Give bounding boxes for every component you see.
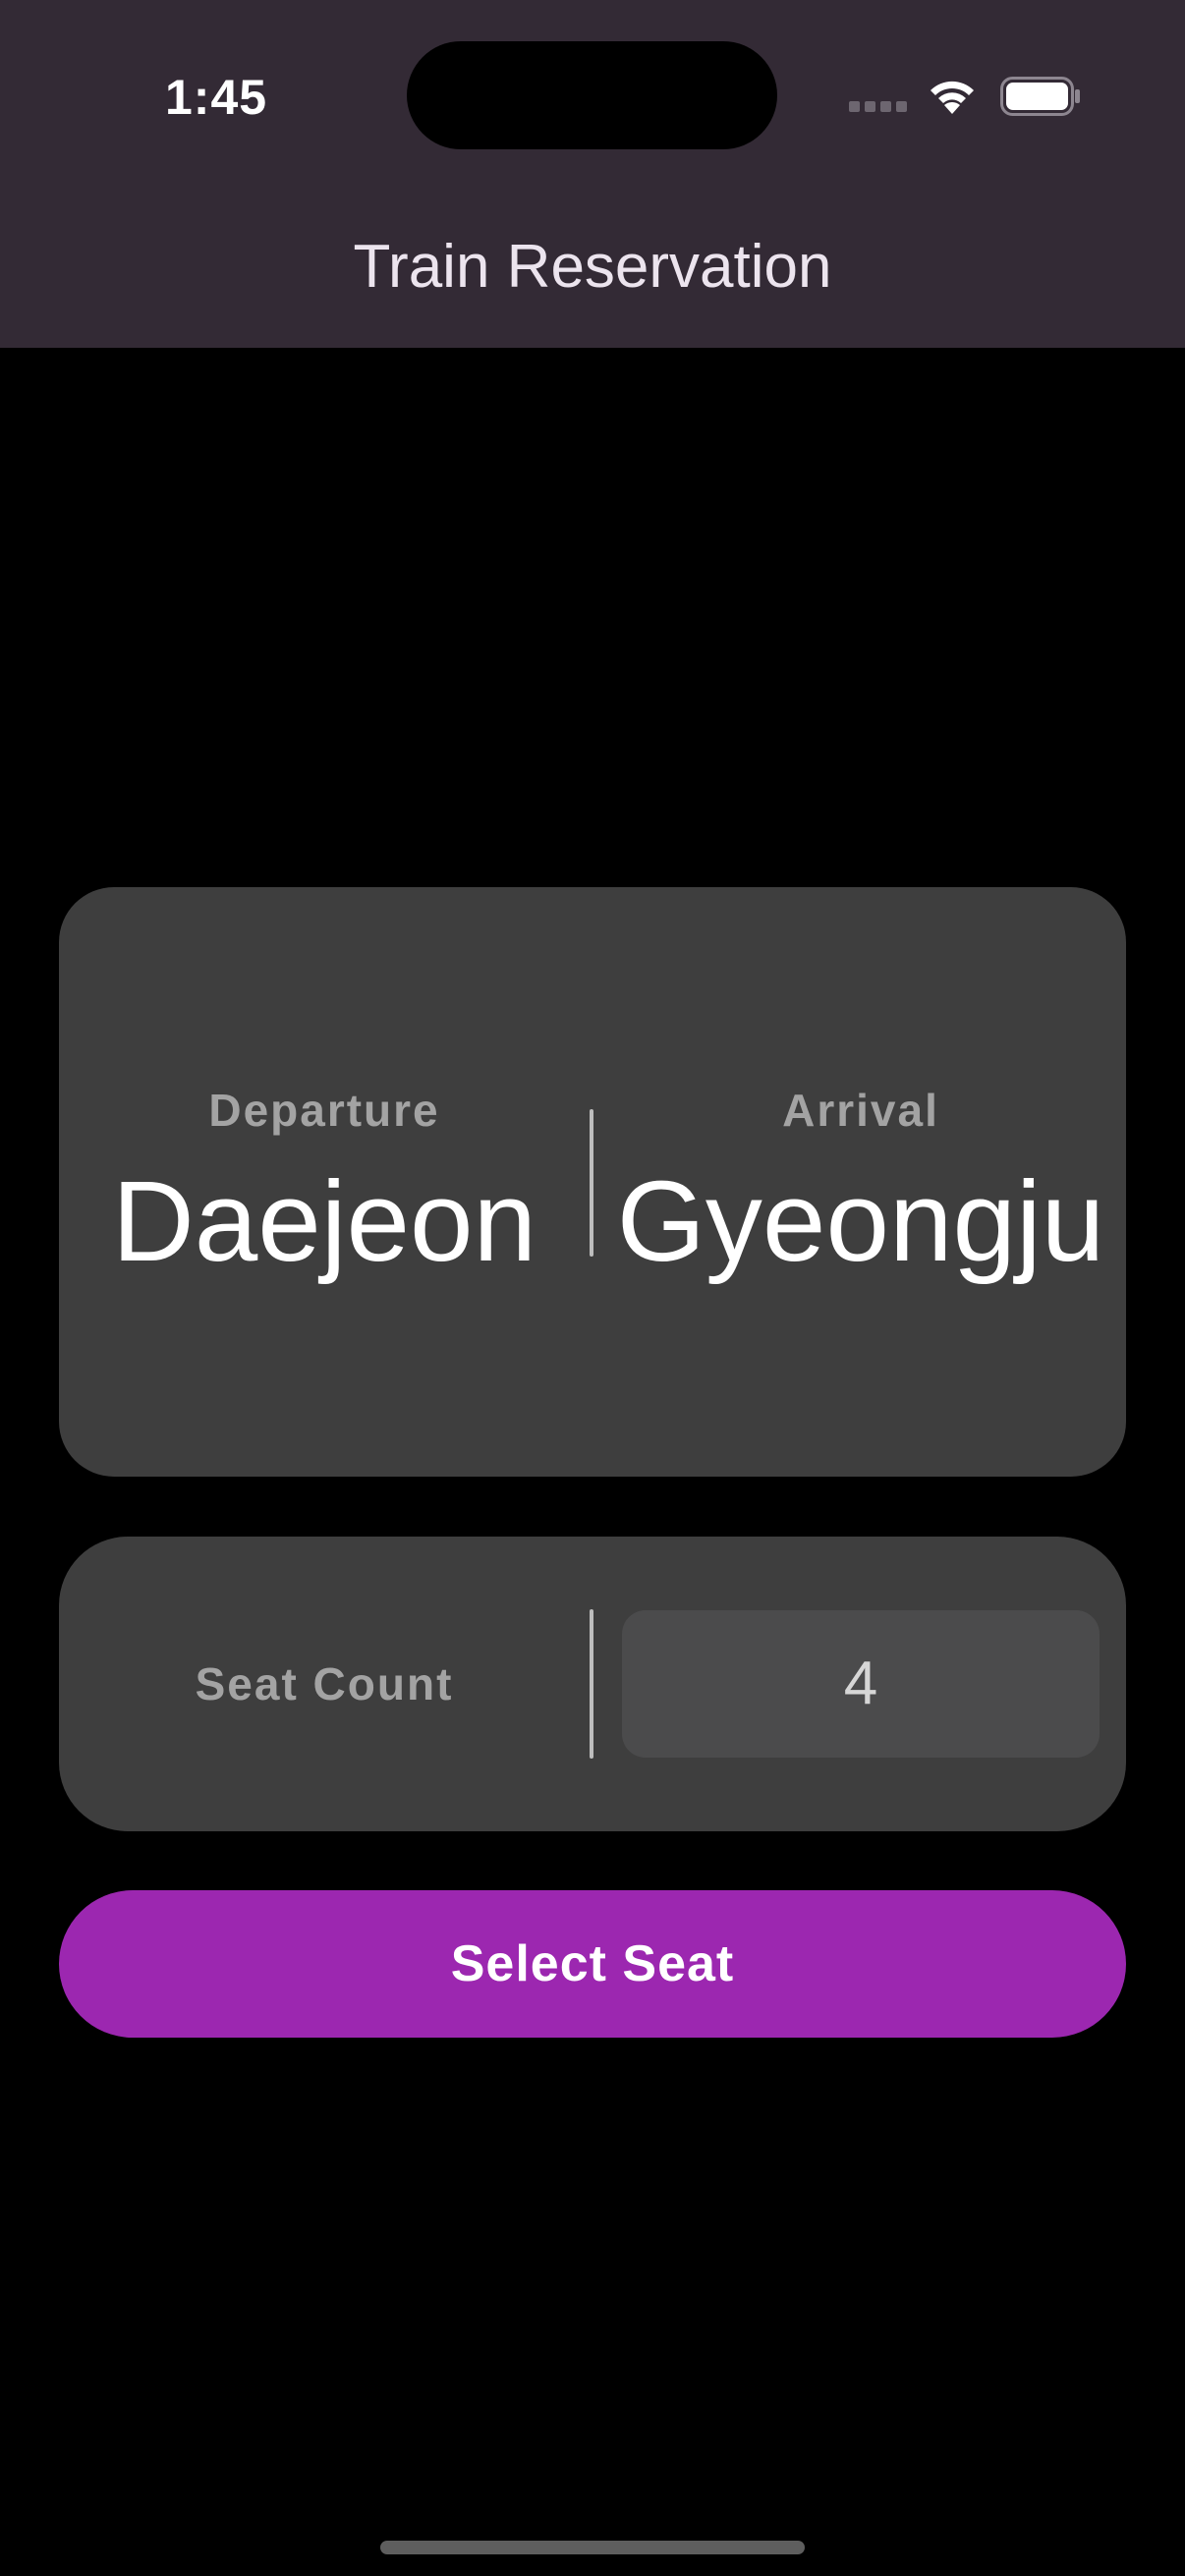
departure-selector[interactable]: Departure Daejeon xyxy=(59,887,590,1477)
seat-divider xyxy=(590,1609,593,1759)
seat-count-label: Seat Count xyxy=(195,1658,454,1709)
status-bar-time: 1:45 xyxy=(165,70,268,125)
arrival-station[interactable]: Gyeongju xyxy=(595,1152,1126,1290)
departure-station[interactable]: Daejeon xyxy=(59,1152,590,1290)
seat-count-input[interactable]: 4 xyxy=(622,1610,1100,1758)
dynamic-island xyxy=(407,41,777,149)
battery-icon xyxy=(1000,77,1080,116)
select-seat-button[interactable]: Select Seat xyxy=(59,1890,1126,2038)
seat-count-card: Seat Count 4 xyxy=(59,1537,1126,1831)
route-divider xyxy=(590,1109,593,1257)
departure-label: Departure xyxy=(208,1085,440,1136)
signal-icon xyxy=(849,101,908,113)
arrival-label: Arrival xyxy=(782,1085,939,1136)
app-bar: 1:45 Train Reservation xyxy=(0,0,1185,348)
arrival-selector[interactable]: Arrival Gyeongju xyxy=(595,887,1126,1477)
route-card: Departure Daejeon Arrival Gyeongju xyxy=(59,887,1126,1477)
page-title: Train Reservation xyxy=(353,233,832,301)
wifi-icon xyxy=(931,81,974,114)
home-indicator[interactable] xyxy=(380,2541,805,2554)
